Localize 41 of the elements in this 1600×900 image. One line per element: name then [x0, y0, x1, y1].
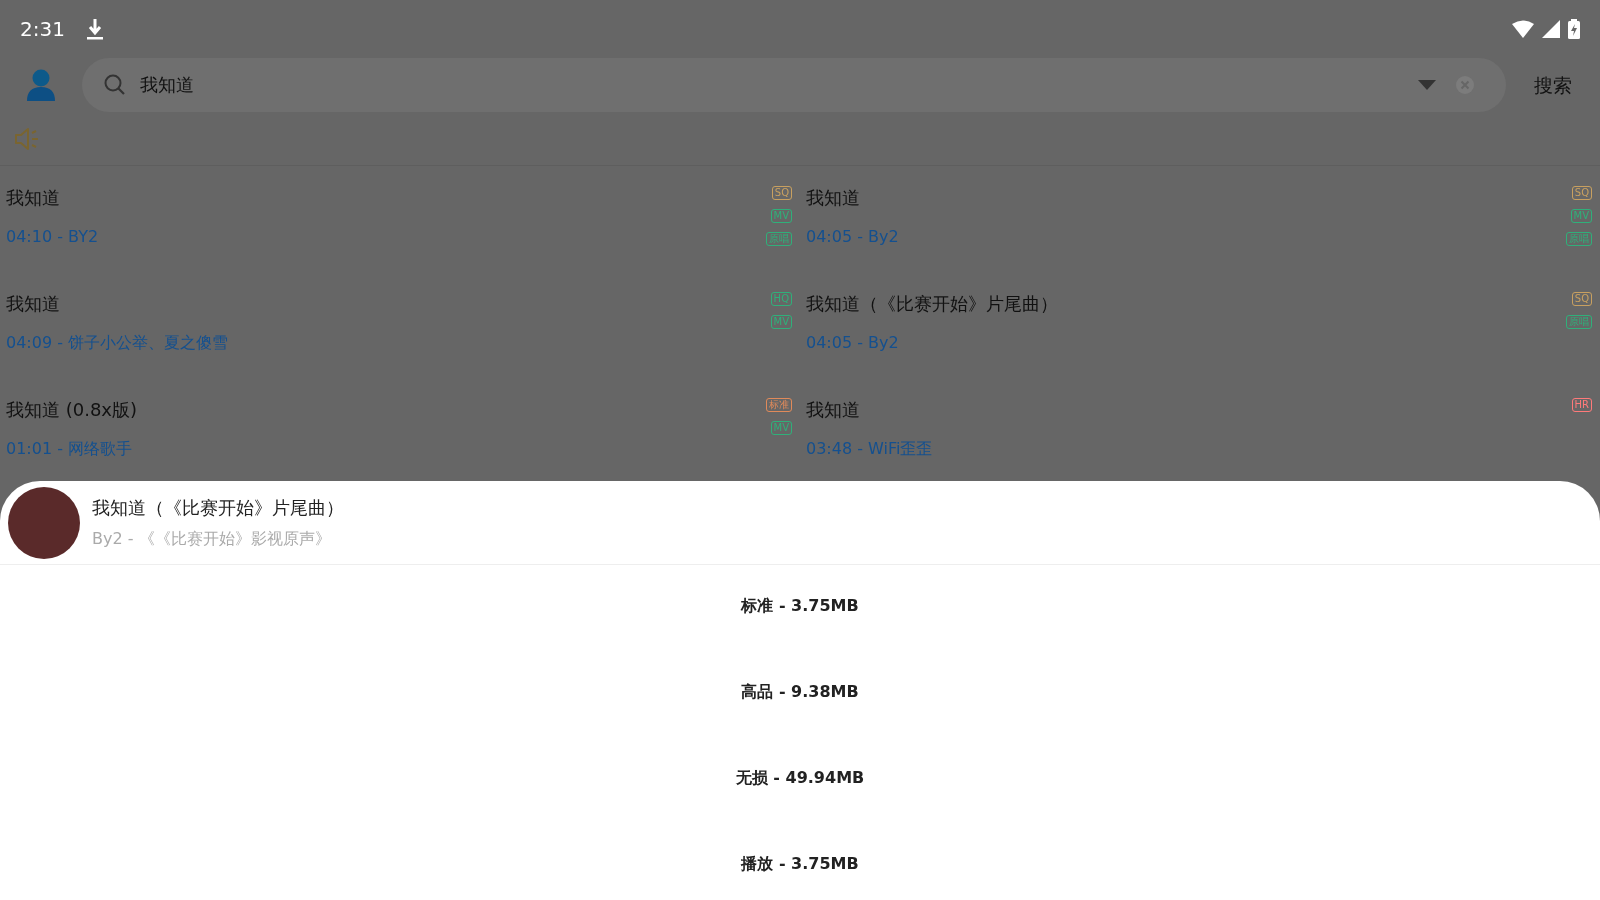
quality-tag: SQ	[1571, 292, 1592, 306]
song-info: 03:48 - WiFi歪歪	[806, 438, 934, 460]
quality-tag: 原唱	[1566, 232, 1592, 246]
quality-tag: HR	[1571, 398, 1592, 412]
sheet-song-subtitle: By2 - 《《比赛开始》影视原声》	[92, 528, 332, 550]
song-title[interactable]: 我知道	[6, 290, 771, 317]
quality-tag: SQ	[771, 186, 792, 200]
song-title[interactable]: 我知道	[6, 184, 766, 211]
wifi-icon	[1512, 19, 1534, 38]
song-title[interactable]: 我知道 (0.8x版)	[6, 396, 766, 423]
quality-tag: SQ	[1571, 186, 1592, 200]
song-title[interactable]: 我知道	[806, 396, 1572, 423]
quality-tag: MV	[770, 315, 792, 329]
search-icon	[104, 74, 126, 96]
song-info: 04:09 - 饼子小公举、夏之傻雪	[6, 332, 230, 354]
search-field[interactable]: 我知道	[82, 58, 1506, 112]
quality-tag: 原唱	[766, 232, 792, 246]
download-option[interactable]: 无损 - 49.94MB	[729, 765, 871, 791]
search-button[interactable]: 搜索	[1506, 70, 1588, 100]
song-info: 04:10 - BY2	[6, 226, 100, 248]
download-icon	[86, 17, 103, 40]
quality-tag: MV	[770, 209, 792, 223]
quality-tag: MV	[770, 421, 792, 435]
song-info: 04:05 - By2	[806, 332, 900, 354]
download-option[interactable]: 标准 - 3.75MB	[735, 593, 865, 619]
battery-icon	[1568, 18, 1580, 39]
clock: 2:31	[20, 15, 65, 43]
song-title[interactable]: 我知道（《比赛开始》片尾曲）	[806, 290, 1566, 317]
song-info: 01:01 - 网络歌手	[6, 438, 134, 460]
download-option[interactable]: 高品 - 9.38MB	[735, 679, 865, 705]
song-title[interactable]: 我知道	[806, 184, 1566, 211]
user-icon[interactable]	[26, 69, 56, 101]
quality-tag: 标准	[766, 398, 792, 412]
signal-icon	[1542, 19, 1560, 38]
quality-tag: HQ	[770, 292, 792, 306]
sheet-song-title: 我知道（《比赛开始》片尾曲）	[92, 496, 344, 520]
song-info: 04:05 - By2	[806, 226, 900, 248]
quality-tag: MV	[1570, 209, 1592, 223]
quality-tag: 原唱	[1566, 315, 1592, 329]
dropdown-caret-icon[interactable]	[1418, 80, 1436, 90]
download-option[interactable]: 播放 - 3.75MB	[735, 851, 865, 877]
